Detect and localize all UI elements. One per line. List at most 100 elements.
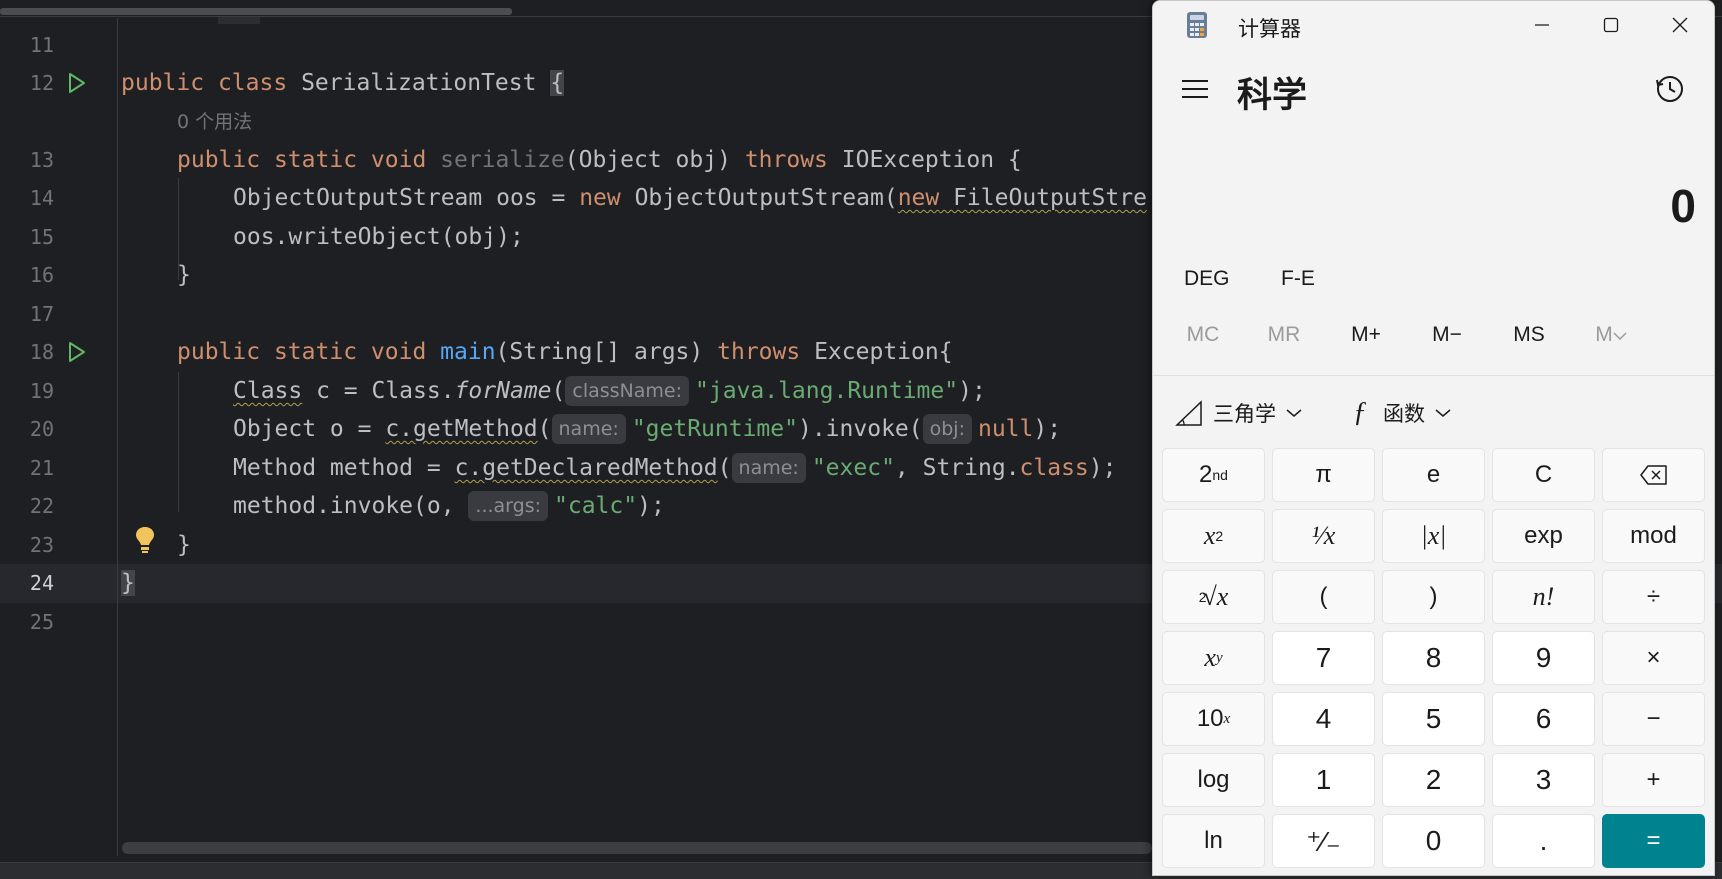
memory-subtract-button[interactable]: M− (1407, 323, 1487, 347)
negate-button[interactable]: ⁺⁄₋ (1272, 814, 1375, 868)
code-line-23: } (177, 532, 191, 558)
square-button[interactable]: x2 (1162, 509, 1265, 563)
calculator-app-icon (1187, 12, 1207, 38)
pi-button[interactable]: π (1272, 448, 1375, 502)
code-line-14: ObjectOutputStream oos = new ObjectOutpu… (233, 185, 1147, 211)
ten-power-button[interactable]: 10 x (1162, 692, 1265, 746)
line-number: 25 (29, 610, 54, 634)
tab-fragment (218, 16, 260, 24)
code-line-20: Object o = c.getMethod(name: "getRuntime"… (233, 414, 1062, 444)
memory-store-button[interactable]: MS (1489, 323, 1569, 347)
code-line-18: public static void main(String[] args) t… (177, 339, 953, 365)
code-line-19: Class c = Class.forName(className: "java.… (233, 376, 986, 406)
ln-button[interactable]: ln (1162, 814, 1265, 868)
e-button[interactable]: e (1382, 448, 1485, 502)
gutter-divider (117, 18, 118, 856)
equals-button[interactable]: = (1602, 814, 1705, 868)
memory-recall-button[interactable]: MR (1244, 323, 1324, 347)
param-hint: ...args: (468, 491, 549, 521)
log-button[interactable]: log (1162, 753, 1265, 807)
memory-add-button[interactable]: M+ (1326, 323, 1406, 347)
second-function-button[interactable]: 2nd (1162, 448, 1265, 502)
add-button[interactable]: + (1602, 753, 1705, 807)
digit-0-button[interactable]: 0 (1382, 814, 1485, 868)
memory-clear-button[interactable]: MC (1163, 323, 1243, 347)
run-icon[interactable] (64, 340, 88, 364)
digit-8-button[interactable]: 8 (1382, 631, 1485, 685)
mod-button[interactable]: mod (1602, 509, 1705, 563)
line-number-current: 24 (29, 571, 54, 595)
digit-7-button[interactable]: 7 (1272, 631, 1375, 685)
function-icon: ƒ (1353, 397, 1367, 428)
code-line-12: public class SerializationTest { (121, 70, 565, 96)
code-line-24: } (121, 570, 135, 596)
subtract-button[interactable]: − (1602, 692, 1705, 746)
param-hint: name: (731, 453, 806, 483)
digit-6-button[interactable]: 6 (1492, 692, 1595, 746)
reciprocal-button[interactable]: ¹⁄x (1272, 509, 1375, 563)
indent-guide (178, 372, 179, 512)
digit-2-button[interactable]: 2 (1382, 753, 1485, 807)
digit-1-button[interactable]: 1 (1272, 753, 1375, 807)
lightbulb-icon[interactable] (133, 525, 157, 555)
param-hint: name: (551, 414, 626, 444)
digit-3-button[interactable]: 3 (1492, 753, 1595, 807)
chevron-down-icon (1286, 409, 1302, 417)
hamburger-menu-icon[interactable] (1181, 77, 1209, 101)
exp-button[interactable]: exp (1492, 509, 1595, 563)
close-icon (1672, 17, 1688, 33)
triangle-icon (1175, 400, 1202, 426)
line-number: 15 (29, 225, 54, 249)
history-icon[interactable] (1654, 73, 1686, 105)
horizontal-scrollbar[interactable] (122, 842, 1152, 854)
mode-title: 科学 (1237, 76, 1308, 115)
chevron-down-icon (1435, 409, 1451, 417)
maximize-button[interactable] (1577, 1, 1645, 49)
line-number: 17 (29, 302, 54, 326)
title-bar[interactable]: 计算器 (1153, 1, 1714, 49)
fe-button[interactable]: F-E (1281, 267, 1315, 291)
line-number: 21 (29, 456, 54, 480)
absolute-value-button[interactable]: |x| (1382, 509, 1485, 563)
run-icon[interactable] (64, 71, 88, 95)
param-hint: obj: (922, 414, 972, 444)
minimize-icon (1535, 24, 1549, 26)
backspace-icon (1639, 465, 1667, 485)
window-title: 计算器 (1238, 18, 1301, 41)
line-number: 20 (29, 417, 54, 441)
code-line-16: } (177, 262, 191, 288)
chevron-down-icon (1613, 332, 1627, 341)
code-line-22: method.invoke(o, ...args: "calc"); (233, 491, 665, 521)
backspace-button[interactable] (1602, 448, 1705, 502)
square-root-button[interactable]: 2 √x (1162, 570, 1265, 624)
close-paren-button[interactable]: ) (1382, 570, 1485, 624)
trigonometry-dropdown[interactable]: 三角学 (1175, 396, 1302, 430)
open-paren-button[interactable]: ( (1272, 570, 1375, 624)
function-label: 函数 (1383, 403, 1425, 426)
top-scrollbar[interactable] (0, 8, 512, 15)
digit-9-button[interactable]: 9 (1492, 631, 1595, 685)
line-number: 22 (29, 494, 54, 518)
minimize-button[interactable] (1508, 1, 1576, 49)
multiply-button[interactable]: × (1602, 631, 1705, 685)
divide-button[interactable]: ÷ (1602, 570, 1705, 624)
line-number: 13 (29, 148, 54, 172)
power-button[interactable]: xy (1162, 631, 1265, 685)
clear-button[interactable]: C (1492, 448, 1595, 502)
line-number: 19 (29, 379, 54, 403)
calculator-window[interactable]: 计算器 科学 0 DEG F-E MC MR M+ M− MS M 三角学 ƒ … (1152, 0, 1715, 876)
digit-5-button[interactable]: 5 (1382, 692, 1485, 746)
line-number: 11 (29, 33, 54, 57)
line-number: 18 (29, 340, 54, 364)
maximize-icon (1603, 17, 1619, 33)
memory-list-button[interactable]: M (1571, 323, 1651, 347)
decimal-button[interactable]: . (1492, 814, 1595, 868)
line-number: 16 (29, 263, 54, 287)
factorial-button[interactable]: n! (1492, 570, 1595, 624)
line-number: 23 (29, 533, 54, 557)
digit-4-button[interactable]: 4 (1272, 692, 1375, 746)
function-dropdown[interactable]: ƒ 函数 (1353, 396, 1451, 430)
angle-unit-button[interactable]: DEG (1184, 267, 1230, 291)
line-number: 14 (29, 186, 54, 210)
close-button[interactable] (1646, 1, 1714, 49)
